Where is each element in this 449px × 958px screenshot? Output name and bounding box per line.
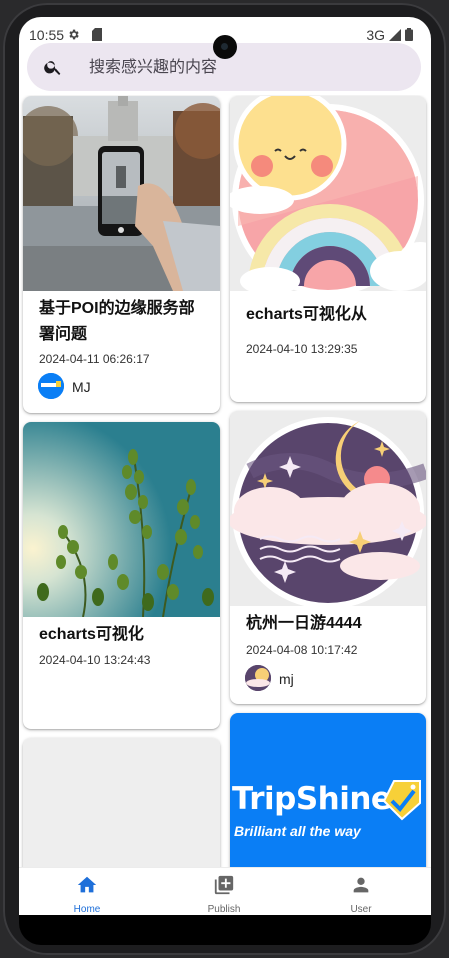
nav-user[interactable]: User: [311, 868, 411, 915]
author-name[interactable]: MJ: [72, 379, 91, 395]
front-camera: [213, 35, 237, 59]
post-title[interactable]: 基于POI的边缘服务部署问题: [39, 296, 206, 348]
post-image[interactable]: [230, 96, 426, 291]
author-name[interactable]: mj: [279, 671, 294, 687]
gear-icon: [69, 29, 79, 40]
post-card[interactable]: [23, 738, 220, 867]
post-image[interactable]: TripShine Brilliant all the way: [230, 713, 426, 867]
post-card[interactable]: echarts可视化 2024-04-10 13:24:43: [23, 422, 220, 729]
post-time: 2024-04-10 13:24:43: [39, 653, 151, 667]
post-title[interactable]: echarts可视化从: [246, 302, 412, 328]
app-screen: 10:55 3G 搜索感兴趣的内容 基于POI的边缘服务部署问题 2024-04…: [19, 17, 431, 915]
add-box-icon[interactable]: [213, 874, 235, 896]
post-time: 2024-04-08 10:17:42: [246, 643, 358, 657]
sim-card-icon: [92, 28, 102, 41]
author-avatar[interactable]: [38, 373, 64, 399]
post-image[interactable]: [23, 422, 220, 617]
bottom-bezel: [19, 915, 431, 945]
post-card[interactable]: echarts可视化从 2024-04-10 13:29:35: [230, 96, 426, 402]
signal-icon: [389, 29, 401, 41]
post-card[interactable]: 杭州一日游4444 2024-04-08 10:17:42 mj: [230, 411, 426, 704]
author-avatar[interactable]: [245, 665, 271, 691]
tripshine-tag-icon: [382, 780, 421, 821]
post-title[interactable]: 杭州一日游4444: [246, 611, 412, 637]
post-title[interactable]: echarts可视化: [39, 622, 206, 648]
battery-icon: [405, 28, 413, 41]
post-time: 2024-04-10 13:29:35: [246, 342, 358, 356]
search-icon[interactable]: [43, 57, 63, 77]
post-feed[interactable]: 基于POI的边缘服务部署问题 2024-04-11 06:26:17 MJ ec…: [19, 95, 431, 867]
nav-publish-label: Publish: [207, 904, 241, 915]
nav-publish[interactable]: Publish: [174, 868, 274, 915]
post-card[interactable]: 基于POI的边缘服务部署问题 2024-04-11 06:26:17 MJ: [23, 96, 220, 413]
status-time: 10:55: [29, 27, 65, 43]
brand-title: TripShine: [232, 781, 392, 817]
nav-user-label: User: [350, 904, 372, 915]
post-image[interactable]: [230, 411, 426, 606]
nav-home-label: Home: [73, 904, 101, 915]
search-input[interactable]: [87, 55, 391, 81]
brand-tagline: Brilliant all the way: [234, 823, 361, 839]
person-icon[interactable]: [350, 874, 372, 896]
post-card[interactable]: TripShine Brilliant all the way: [230, 713, 426, 867]
phone-frame: 10:55 3G 搜索感兴趣的内容 基于POI的边缘服务部署问题 2024-04…: [3, 3, 446, 955]
home-icon[interactable]: [76, 874, 98, 896]
nav-home[interactable]: Home: [37, 868, 137, 915]
network-type: 3G: [366, 27, 385, 43]
post-image[interactable]: [23, 96, 220, 291]
bottom-navigation: Home Publish User: [19, 867, 431, 915]
post-time: 2024-04-11 06:26:17: [39, 352, 150, 366]
post-image-placeholder[interactable]: [23, 738, 220, 867]
